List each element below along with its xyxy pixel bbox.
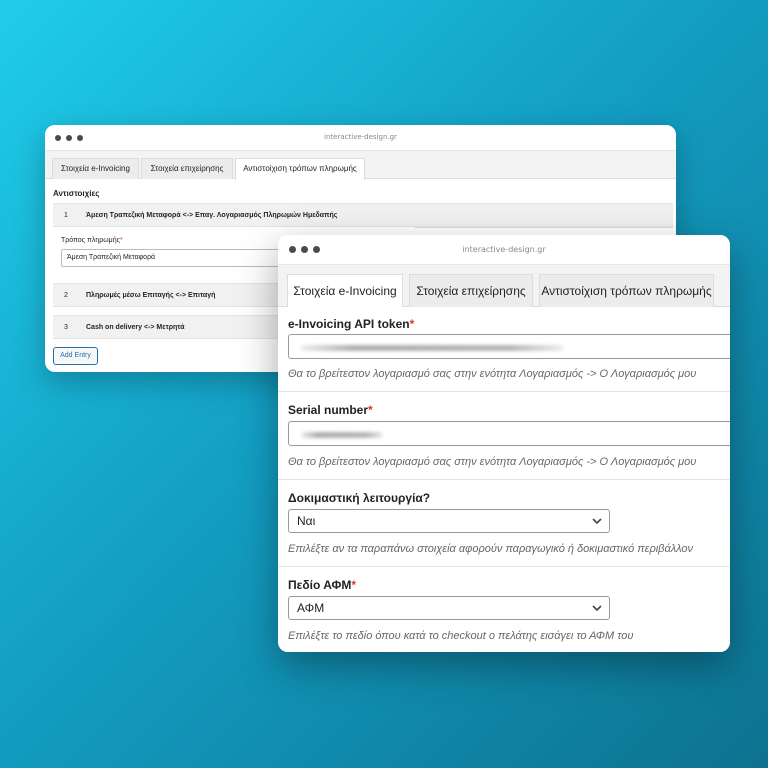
redacted-value: [301, 345, 563, 351]
mappings-title: Αντιστοιχίες: [53, 189, 100, 198]
chevron-down-icon: [592, 518, 602, 525]
redacted-value: [301, 432, 383, 438]
back-tab-bar: Στοιχεία e-Invoicing Στοιχεία επιχείρηση…: [45, 151, 676, 180]
vat-field-help: Επιλέξτε το πεδίο όπου κατά το checkout …: [288, 630, 634, 642]
tab-payment-mapping[interactable]: Αντιστοίχιση τρόπων πληρωμής: [539, 274, 714, 307]
vat-field-select[interactable]: ΑΦΜ: [288, 596, 610, 620]
vat-field-section: Πεδίο ΑΦΜ* ΑΦΜ Επιλέξτε το πεδίο όπου κα…: [278, 567, 730, 652]
api-token-help: Θα το βρείτεστον λογαριασμό σας στην ενό…: [288, 368, 697, 380]
front-window: interactive-design.gr Στοιχεία e-Invoici…: [278, 235, 730, 652]
address-url: interactive-design.gr: [324, 133, 397, 141]
entry-number: 3: [64, 324, 68, 331]
divider: [415, 227, 673, 228]
api-token-input[interactable]: [288, 334, 730, 359]
entry-number: 2: [64, 292, 68, 299]
serial-label: Serial number*: [288, 403, 373, 417]
api-token-section: e-Invoicing API token* Θα το βρείτεστον …: [278, 307, 730, 392]
tab-payment-mapping[interactable]: Αντιστοίχιση τρόπων πληρωμής: [235, 158, 365, 180]
test-mode-select[interactable]: Ναι: [288, 509, 610, 533]
entry-label: Cash on delivery <-> Μετρητά: [86, 324, 185, 331]
payment-method-label: Τρόπος πληρωμής*: [61, 237, 123, 244]
test-mode-help: Επιλέξτε αν τα παραπάνω στοιχεία αφορούν…: [288, 543, 694, 555]
entry-label: Πληρωμές μέσω Επιταγής <-> Επιταγή: [86, 292, 216, 299]
chevron-down-icon: [592, 605, 602, 612]
serial-help: Θα το βρείτεστον λογαριασμό σας στην ενό…: [288, 456, 697, 468]
serial-input[interactable]: [288, 421, 730, 446]
vat-field-label: Πεδίο ΑΦΜ*: [288, 578, 357, 592]
test-mode-label: Δοκιμαστική λειτουργία?: [288, 491, 431, 505]
front-tab-bar: Στοιχεία e-Invoicing Στοιχεία επιχείρηση…: [278, 265, 730, 308]
entry-number: 1: [64, 212, 68, 219]
entry-label: Άμεση Τραπεζική Μεταφορά <-> Επαγ. Λογαρ…: [86, 212, 338, 219]
back-titlebar: interactive-design.gr: [45, 125, 676, 151]
tab-business-info[interactable]: Στοιχεία επιχείρησης: [409, 274, 533, 307]
address-url: interactive-design.gr: [462, 245, 546, 254]
mapping-entry-1[interactable]: 1 Άμεση Τραπεζική Μεταφορά <-> Επαγ. Λογ…: [53, 203, 673, 227]
api-token-label: e-Invoicing API token*: [288, 317, 415, 331]
serial-section: Serial number* Θα το βρείτεστον λογαριασ…: [278, 392, 730, 480]
tab-e-invoicing[interactable]: Στοιχεία e-Invoicing: [287, 274, 403, 308]
test-mode-section: Δοκιμαστική λειτουργία? Ναι Επιλέξτε αν …: [278, 480, 730, 567]
tab-e-invoicing[interactable]: Στοιχεία e-Invoicing: [52, 158, 139, 179]
front-titlebar: interactive-design.gr: [278, 235, 730, 265]
vat-field-value: ΑΦΜ: [297, 601, 325, 615]
add-entry-button[interactable]: Add Entry: [53, 347, 98, 365]
tab-business-info[interactable]: Στοιχεία επιχείρησης: [141, 158, 233, 179]
test-mode-value: Ναι: [297, 514, 316, 528]
